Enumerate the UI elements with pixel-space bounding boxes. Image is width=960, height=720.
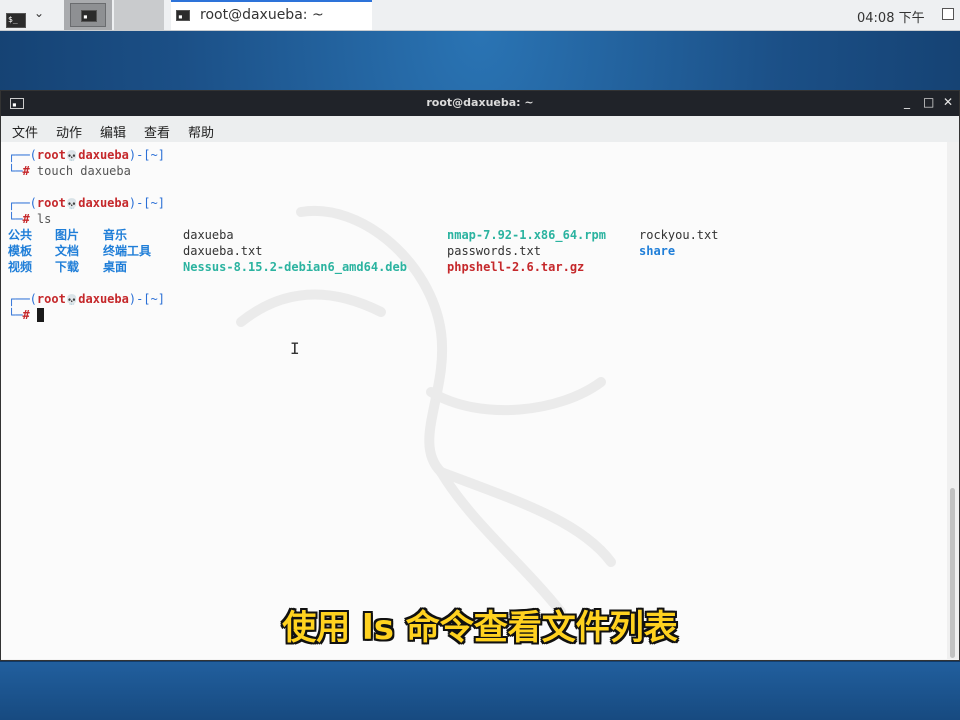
ls-entry: daxueba xyxy=(183,228,234,242)
ls-entry: rockyou.txt xyxy=(639,228,719,242)
menu-action[interactable]: 动作 xyxy=(56,122,82,141)
window-titlebar[interactable]: ▪ root@daxueba: ~ _ □ ✕ xyxy=(1,91,959,116)
top-panel: $_ ⌄ ▪ ▪ root@daxueba: ~ 04:08 下午 xyxy=(0,0,960,31)
window-title: root@daxueba: ~ xyxy=(426,96,534,109)
ls-entry: 图片 xyxy=(55,228,80,242)
clock[interactable]: 04:08 下午 xyxy=(857,7,925,26)
video-subtitle: 使用 ls 命令查看文件列表 xyxy=(282,608,678,648)
ls-entry: 公共 xyxy=(8,228,33,242)
skull-icon: 💀 xyxy=(65,199,79,210)
ls-entry: 下载 xyxy=(55,260,80,274)
ls-entry: nmap-7.92-1.x86_64.rpm xyxy=(447,228,606,242)
chevron-down-icon[interactable]: ⌄ xyxy=(34,6,44,20)
ibeam-cursor-icon: I xyxy=(290,339,300,358)
ls-entry: daxueba.txt xyxy=(183,244,263,258)
ls-entry: 终端工具 xyxy=(103,244,152,258)
ls-entry: phpshell-2.6.tar.gz xyxy=(447,260,585,274)
kali-watermark xyxy=(236,205,616,617)
close-button[interactable]: ✕ xyxy=(943,95,953,109)
terminal-icon: ▪ xyxy=(81,10,97,22)
scrollbar[interactable] xyxy=(947,142,959,659)
taskbar-terminal-button[interactable]: ▪ root@daxueba: ~ xyxy=(171,0,372,30)
skull-icon: 💀 xyxy=(65,151,79,162)
ls-entry: passwords.txt xyxy=(447,244,541,258)
skull-icon: 💀 xyxy=(65,295,79,306)
ls-entry: Nessus-8.15.2-debian6_amd64.deb xyxy=(183,260,407,274)
taskbar-title: root@daxueba: ~ xyxy=(200,7,324,23)
menubar: 文件 动作 编辑 查看 帮助 xyxy=(1,116,959,142)
menu-file[interactable]: 文件 xyxy=(12,122,38,141)
desktop-bottom xyxy=(0,662,960,720)
ls-entry: 音乐 xyxy=(103,228,128,242)
command-line: └─# ls xyxy=(8,212,52,226)
maximize-button[interactable]: □ xyxy=(923,95,934,109)
ls-entry: 视频 xyxy=(8,260,33,274)
ls-entry: 模板 xyxy=(8,244,33,258)
terminal-icon: ▪ xyxy=(176,10,190,21)
terminal-window: ▪ root@daxueba: ~ _ □ ✕ 文件 动作 编辑 查看 帮助 ┌… xyxy=(0,90,960,661)
command-line: └─# xyxy=(8,307,44,323)
terminal-icon: $_ xyxy=(6,13,26,28)
menu-edit[interactable]: 编辑 xyxy=(100,122,126,141)
text-cursor xyxy=(36,308,44,322)
workspace-2[interactable] xyxy=(114,0,164,30)
command-line: └─# touch daxueba xyxy=(8,164,131,178)
menu-help[interactable]: 帮助 xyxy=(188,122,214,141)
minimize-button[interactable]: _ xyxy=(904,95,910,109)
workspace-1[interactable]: ▪ xyxy=(64,0,112,30)
menu-view[interactable]: 查看 xyxy=(144,122,170,141)
ls-entry: 桌面 xyxy=(103,260,128,274)
ls-entry: share xyxy=(639,244,676,258)
app-menu-button[interactable]: $_ xyxy=(6,7,26,28)
ls-entry: 文档 xyxy=(55,244,80,258)
show-desktop-icon[interactable] xyxy=(942,8,954,20)
terminal-content[interactable]: ┌──(root💀daxueba)-[~] └─# touch daxueba … xyxy=(1,142,947,659)
